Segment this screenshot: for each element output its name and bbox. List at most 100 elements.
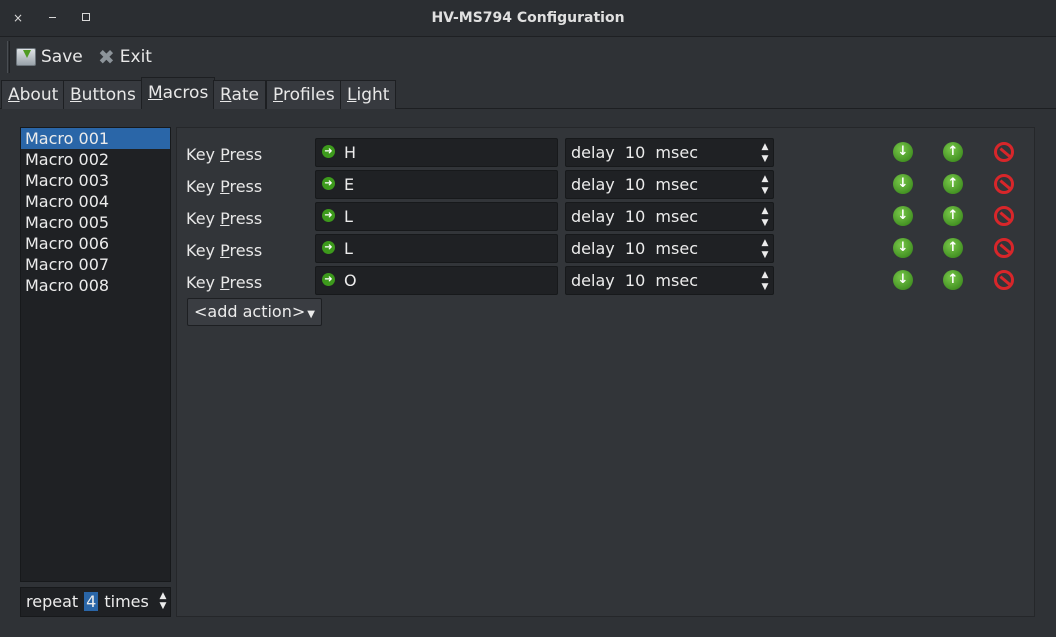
action-row: Key Press ➜ L delay 10 msec ▲ ▼ ↓ ↑ — [177, 202, 1034, 232]
action-type-label: Key Press — [186, 145, 262, 164]
tab-about[interactable]: About — [1, 80, 66, 109]
key-field[interactable]: ➜ E — [315, 170, 558, 199]
tab-rate[interactable]: Rate — [213, 80, 266, 109]
delay-stepper[interactable]: ▲ ▼ — [759, 237, 771, 261]
macro-list-item[interactable]: Macro 001 — [21, 128, 170, 149]
tab-label: Macros — [148, 83, 209, 103]
delay-text: delay 10 msec — [571, 143, 698, 162]
toolbar: Save ✖ Exit — [0, 37, 1056, 77]
delete-icon[interactable] — [994, 206, 1014, 226]
action-type-rest: ress — [229, 177, 263, 196]
tab-bar: About Buttons Macros Rate Profiles Light — [0, 77, 1056, 109]
arrow-up-icon[interactable]: ↑ — [943, 238, 963, 258]
action-type-rest: ress — [229, 209, 263, 228]
exit-button[interactable]: ✖ Exit — [98, 45, 152, 69]
delay-text: delay 10 msec — [571, 175, 698, 194]
macro-list-item[interactable]: Macro 004 — [21, 191, 170, 212]
action-type-prefix: Key — [186, 145, 221, 164]
macro-list[interactable]: Macro 001 Macro 002 Macro 003 Macro 004 … — [20, 127, 171, 582]
repeat-value[interactable]: 4 — [84, 592, 99, 611]
arrow-right-icon: ➜ — [322, 177, 335, 190]
delay-spinbox[interactable]: delay 10 msec ▲ ▼ — [565, 202, 774, 231]
tab-label: Buttons — [70, 85, 136, 105]
action-type-prefix: Key — [186, 241, 221, 260]
macros-page: Macro 001 Macro 002 Macro 003 Macro 004 … — [0, 109, 1056, 637]
macro-list-item[interactable]: Macro 005 — [21, 212, 170, 233]
delete-icon[interactable] — [994, 174, 1014, 194]
macro-list-item[interactable]: Macro 007 — [21, 254, 170, 275]
arrow-down-icon[interactable]: ↓ — [893, 238, 913, 258]
macro-list-item[interactable]: Macro 008 — [21, 275, 170, 296]
tab-label: Profiles — [273, 85, 335, 105]
macro-list-item[interactable]: Macro 003 — [21, 170, 170, 191]
delay-stepper[interactable]: ▲ ▼ — [759, 173, 771, 197]
save-label: Save — [41, 47, 83, 67]
action-row: Key Press ➜ Edelay 10 msec ▲ ▼ ↓ ↑ — [177, 170, 1034, 200]
tab-profiles[interactable]: Profiles — [266, 80, 342, 109]
delete-icon[interactable] — [994, 142, 1014, 162]
repeat-stepper[interactable]: ▲ ▼ — [158, 591, 168, 613]
actions-panel: Key Press ➜ Hdelay 10 msec ▲ ▼ ↓ ↑ Key Press ➜ Ed… — [176, 127, 1035, 617]
delay-spinbox[interactable]: delay 10 msec ▲ ▼ — [565, 266, 774, 295]
action-type-label: Key Press — [186, 209, 262, 228]
action-type-label: Key Press — [186, 273, 262, 292]
action-type-prefix: Key — [186, 177, 221, 196]
arrow-right-icon: ➜ — [322, 241, 335, 254]
action-type-label: Key Press — [186, 241, 262, 260]
save-icon — [16, 48, 36, 66]
delay-text: delay 10 msec — [571, 271, 698, 290]
add-action-button[interactable]: <add action> ▼ — [187, 298, 322, 326]
repeat-spinbox[interactable]: repeat 4 times ▲ ▼ — [20, 587, 171, 617]
key-value: O — [344, 271, 357, 290]
save-button[interactable]: Save — [16, 45, 83, 69]
title-bar: × HV-MS794 Configuration — [0, 0, 1056, 37]
delete-icon[interactable] — [994, 238, 1014, 258]
delay-text: delay 10 msec — [571, 239, 698, 258]
arrow-up-icon[interactable]: ↑ — [943, 142, 963, 162]
arrow-right-icon: ➜ — [322, 273, 335, 286]
action-row: Key Press ➜ L delay 10 msec ▲ ▼ ↓ ↑ — [177, 234, 1034, 264]
arrow-down-icon[interactable]: ↓ — [893, 206, 913, 226]
key-value: E — [344, 175, 355, 194]
exit-label: Exit — [119, 47, 152, 67]
chevron-down-icon: ▼ — [307, 309, 315, 320]
arrow-up-icon[interactable]: ↑ — [943, 270, 963, 290]
window-title: HV-MS794 Configuration — [431, 10, 625, 26]
key-value: H — [344, 143, 357, 162]
repeat-suffix: times — [104, 592, 149, 611]
toolbar-handle[interactable] — [7, 41, 10, 73]
delay-stepper[interactable]: ▲ ▼ — [759, 141, 771, 165]
delay-spinbox[interactable]: delay 10 msec ▲ ▼ — [565, 138, 774, 167]
arrow-down-icon[interactable]: ↓ — [893, 142, 913, 162]
tab-buttons[interactable]: Buttons — [63, 80, 143, 109]
action-type-label: Key Press — [186, 177, 262, 196]
delay-spinbox[interactable]: delay 10 msec ▲ ▼ — [565, 170, 774, 199]
delay-stepper[interactable]: ▲ ▼ — [759, 269, 771, 293]
arrow-up-icon[interactable]: ↑ — [943, 206, 963, 226]
exit-icon: ✖ — [98, 45, 115, 69]
tab-light[interactable]: Light — [340, 80, 397, 109]
repeat-prefix: repeat — [26, 592, 79, 611]
tab-label: Rate — [220, 85, 259, 105]
action-row: Key Press ➜ Hdelay 10 msec ▲ ▼ ↓ ↑ — [177, 138, 1034, 168]
key-field[interactable]: ➜ H — [315, 138, 558, 167]
arrow-down-icon[interactable]: ↓ — [893, 270, 913, 290]
key-field[interactable]: ➜ L — [315, 202, 558, 231]
macro-list-item[interactable]: Macro 006 — [21, 233, 170, 254]
add-action-label: <add action> — [194, 302, 306, 321]
macro-list-item[interactable]: Macro 002 — [21, 149, 170, 170]
delay-stepper[interactable]: ▲ ▼ — [759, 205, 771, 229]
delete-icon[interactable] — [994, 270, 1014, 290]
delay-text: delay 10 msec — [571, 207, 698, 226]
arrow-up-icon[interactable]: ↑ — [943, 174, 963, 194]
action-type-prefix: Key — [186, 273, 221, 292]
action-type-rest: ress — [229, 241, 263, 260]
tab-macros[interactable]: Macros — [141, 77, 216, 109]
arrow-down-icon[interactable]: ↓ — [893, 174, 913, 194]
tab-label: Light — [347, 85, 390, 105]
tab-label: About — [8, 85, 59, 105]
arrow-right-icon: ➜ — [322, 145, 335, 158]
key-field[interactable]: ➜ L — [315, 234, 558, 263]
key-field[interactable]: ➜ O — [315, 266, 558, 295]
delay-spinbox[interactable]: delay 10 msec ▲ ▼ — [565, 234, 774, 263]
